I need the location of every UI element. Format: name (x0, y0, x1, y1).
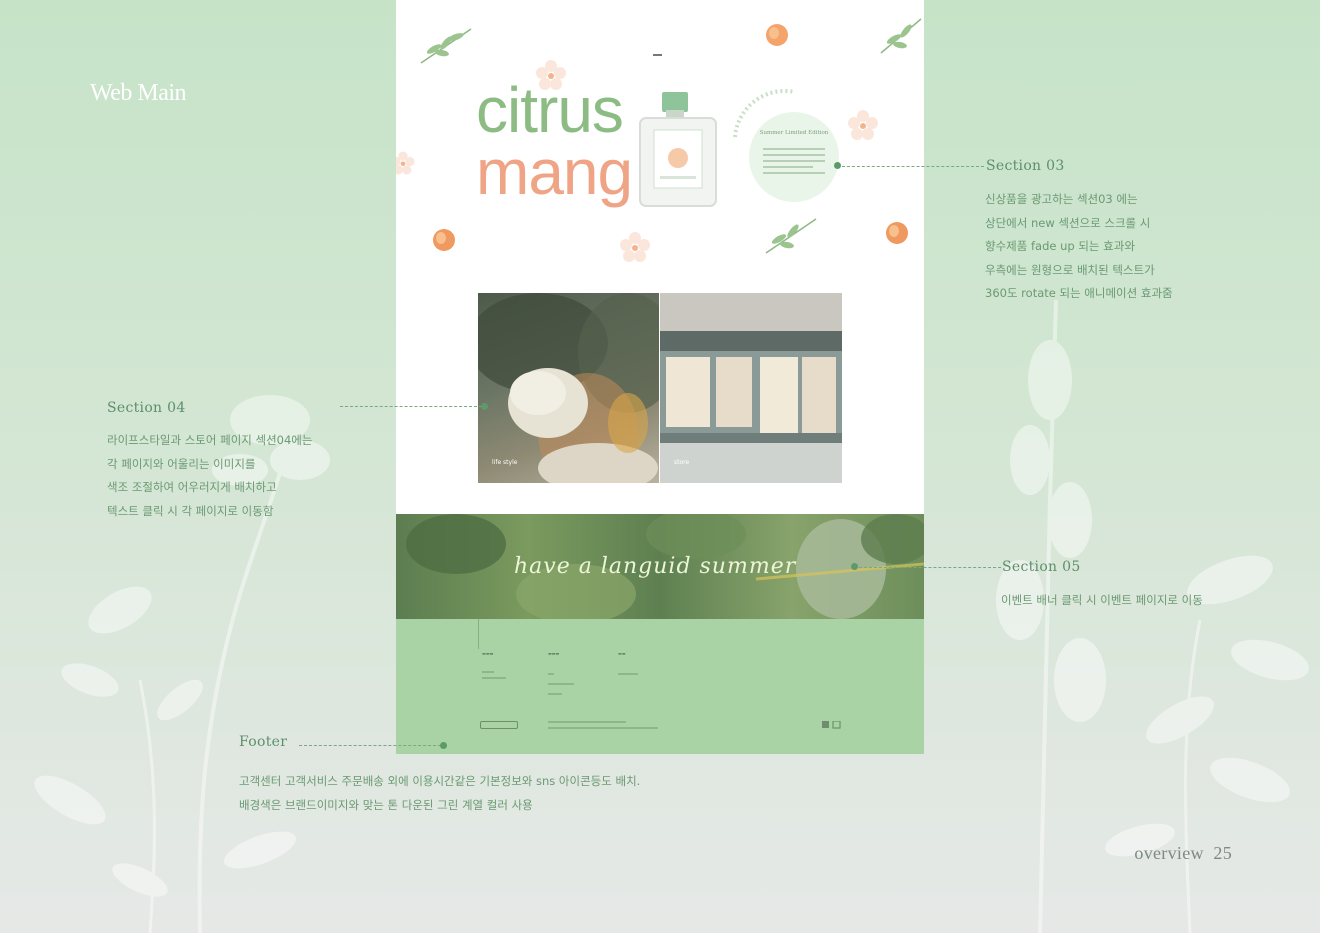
section04-leader-line (340, 406, 482, 407)
section04-line: 라이프스타일과 스토어 페이지 섹션04에는 (107, 433, 313, 447)
footer-logo[interactable] (480, 721, 518, 729)
section04-line: 색조 조절하여 어우러지게 배치하고 (107, 480, 277, 494)
event-banner[interactable]: have a languid summer (396, 514, 924, 619)
section05-leader-line (859, 567, 1001, 568)
footer-annotation-description: 고객센터 고객서비스 주문배송 외에 이용시간같은 기본정보와 sns 아이콘등… (239, 770, 640, 817)
flower-icon (848, 110, 878, 140)
hero-word-citrus: citrus (476, 74, 624, 146)
rotating-text-badge: Summer Limited Edition (733, 88, 839, 202)
section04-title: Section 04 (107, 400, 186, 416)
section03-line: 향수제품 fade up 되는 효과와 (985, 239, 1135, 253)
footer-annotation-line: 고객센터 고객서비스 주문배송 외에 이용시간같은 기본정보와 sns 아이콘등… (239, 774, 641, 788)
peach-icon (433, 229, 455, 251)
sns-icon[interactable] (822, 721, 842, 729)
section03-description: 신상품을 광고하는 섹션03 에는 상단에서 new 섹션으로 스크롤 시 향수… (985, 188, 1173, 306)
section03-line: 상단에서 new 섹션으로 스크롤 시 (985, 215, 1151, 230)
lifestyle-photo[interactable]: life style (478, 293, 659, 483)
perfume-bottle-icon (639, 92, 717, 207)
plant-silhouette-right (996, 300, 1309, 933)
section04-line: 텍스트 클릭 시 각 페이지로 이동함 (107, 503, 274, 518)
store-photo-art (660, 293, 842, 483)
section05-marker-dot (851, 563, 858, 570)
web-main-mockup: citrus mang Summer Limited Edition life … (396, 0, 924, 754)
section03-title: Section 03 (986, 158, 1065, 174)
section04-line: 각 페이지와 어울리는 이미지를 (107, 456, 256, 471)
section04-photos: life style store (478, 293, 842, 483)
site-footer: ▬▬▬ ▬▬▬ ▬▬ (396, 619, 924, 754)
leaf-icon (765, 218, 817, 254)
footer-column-2: ▬▬▬ (548, 651, 560, 656)
section05-line: 이벤트 배너 클릭 시 이벤트 페이지로 이동 (1001, 593, 1203, 607)
footer-leader-line (299, 745, 441, 746)
peach-icon (886, 222, 908, 244)
hero-word-mango: mang (476, 136, 633, 208)
section04-marker-dot (481, 403, 488, 410)
section03-line: 우측에는 원형으로 배치된 텍스트가 (985, 262, 1155, 277)
page-footer-label: overview 25 (1134, 843, 1232, 864)
overview-label: overview (1134, 843, 1204, 863)
footer-annotation-line: 배경색은 브랜드이미지와 맞는 톤 다운된 그린 계열 컬러 사용 (239, 797, 533, 812)
page-number: 25 (1213, 843, 1232, 863)
lifestyle-link[interactable]: life style (492, 459, 517, 466)
footer-column-1: ▬▬▬ (482, 651, 494, 656)
banner-headline[interactable]: have a languid summer (514, 554, 796, 579)
store-link[interactable]: store (674, 459, 689, 466)
footer-annotation-title: Footer (239, 734, 288, 750)
badge-body-lines (763, 148, 825, 178)
flower-icon (620, 232, 650, 262)
section03-marker-dot (834, 162, 841, 169)
section04-description: 라이프스타일과 스토어 페이지 섹션04에는 각 페이지와 어울리는 이미지를 … (107, 429, 312, 523)
leaf-icon (420, 28, 472, 64)
lifestyle-photo-art (478, 293, 659, 483)
footer-column-3: ▬▬ (618, 651, 626, 656)
leaf-icon (880, 18, 922, 54)
hero-section: citrus mang Summer Limited Edition (396, 0, 924, 290)
section03-leader-line (842, 166, 984, 167)
section05-title: Section 05 (1002, 559, 1081, 575)
top-nav-marker (653, 54, 662, 56)
store-photo[interactable]: store (660, 293, 842, 483)
section03-line: 360도 rotate 되는 애니메이션 효과줌 (985, 286, 1173, 300)
badge-title: Summer Limited Edition (759, 130, 829, 136)
section05-description: 이벤트 배너 클릭 시 이벤트 페이지로 이동 (1001, 589, 1203, 613)
section03-line: 신상품을 광고하는 섹션03 에는 (985, 192, 1138, 206)
page-title: Web Main (90, 80, 187, 106)
flower-icon (396, 151, 415, 175)
footer-marker-dot (440, 742, 447, 749)
peach-icon (766, 24, 788, 46)
